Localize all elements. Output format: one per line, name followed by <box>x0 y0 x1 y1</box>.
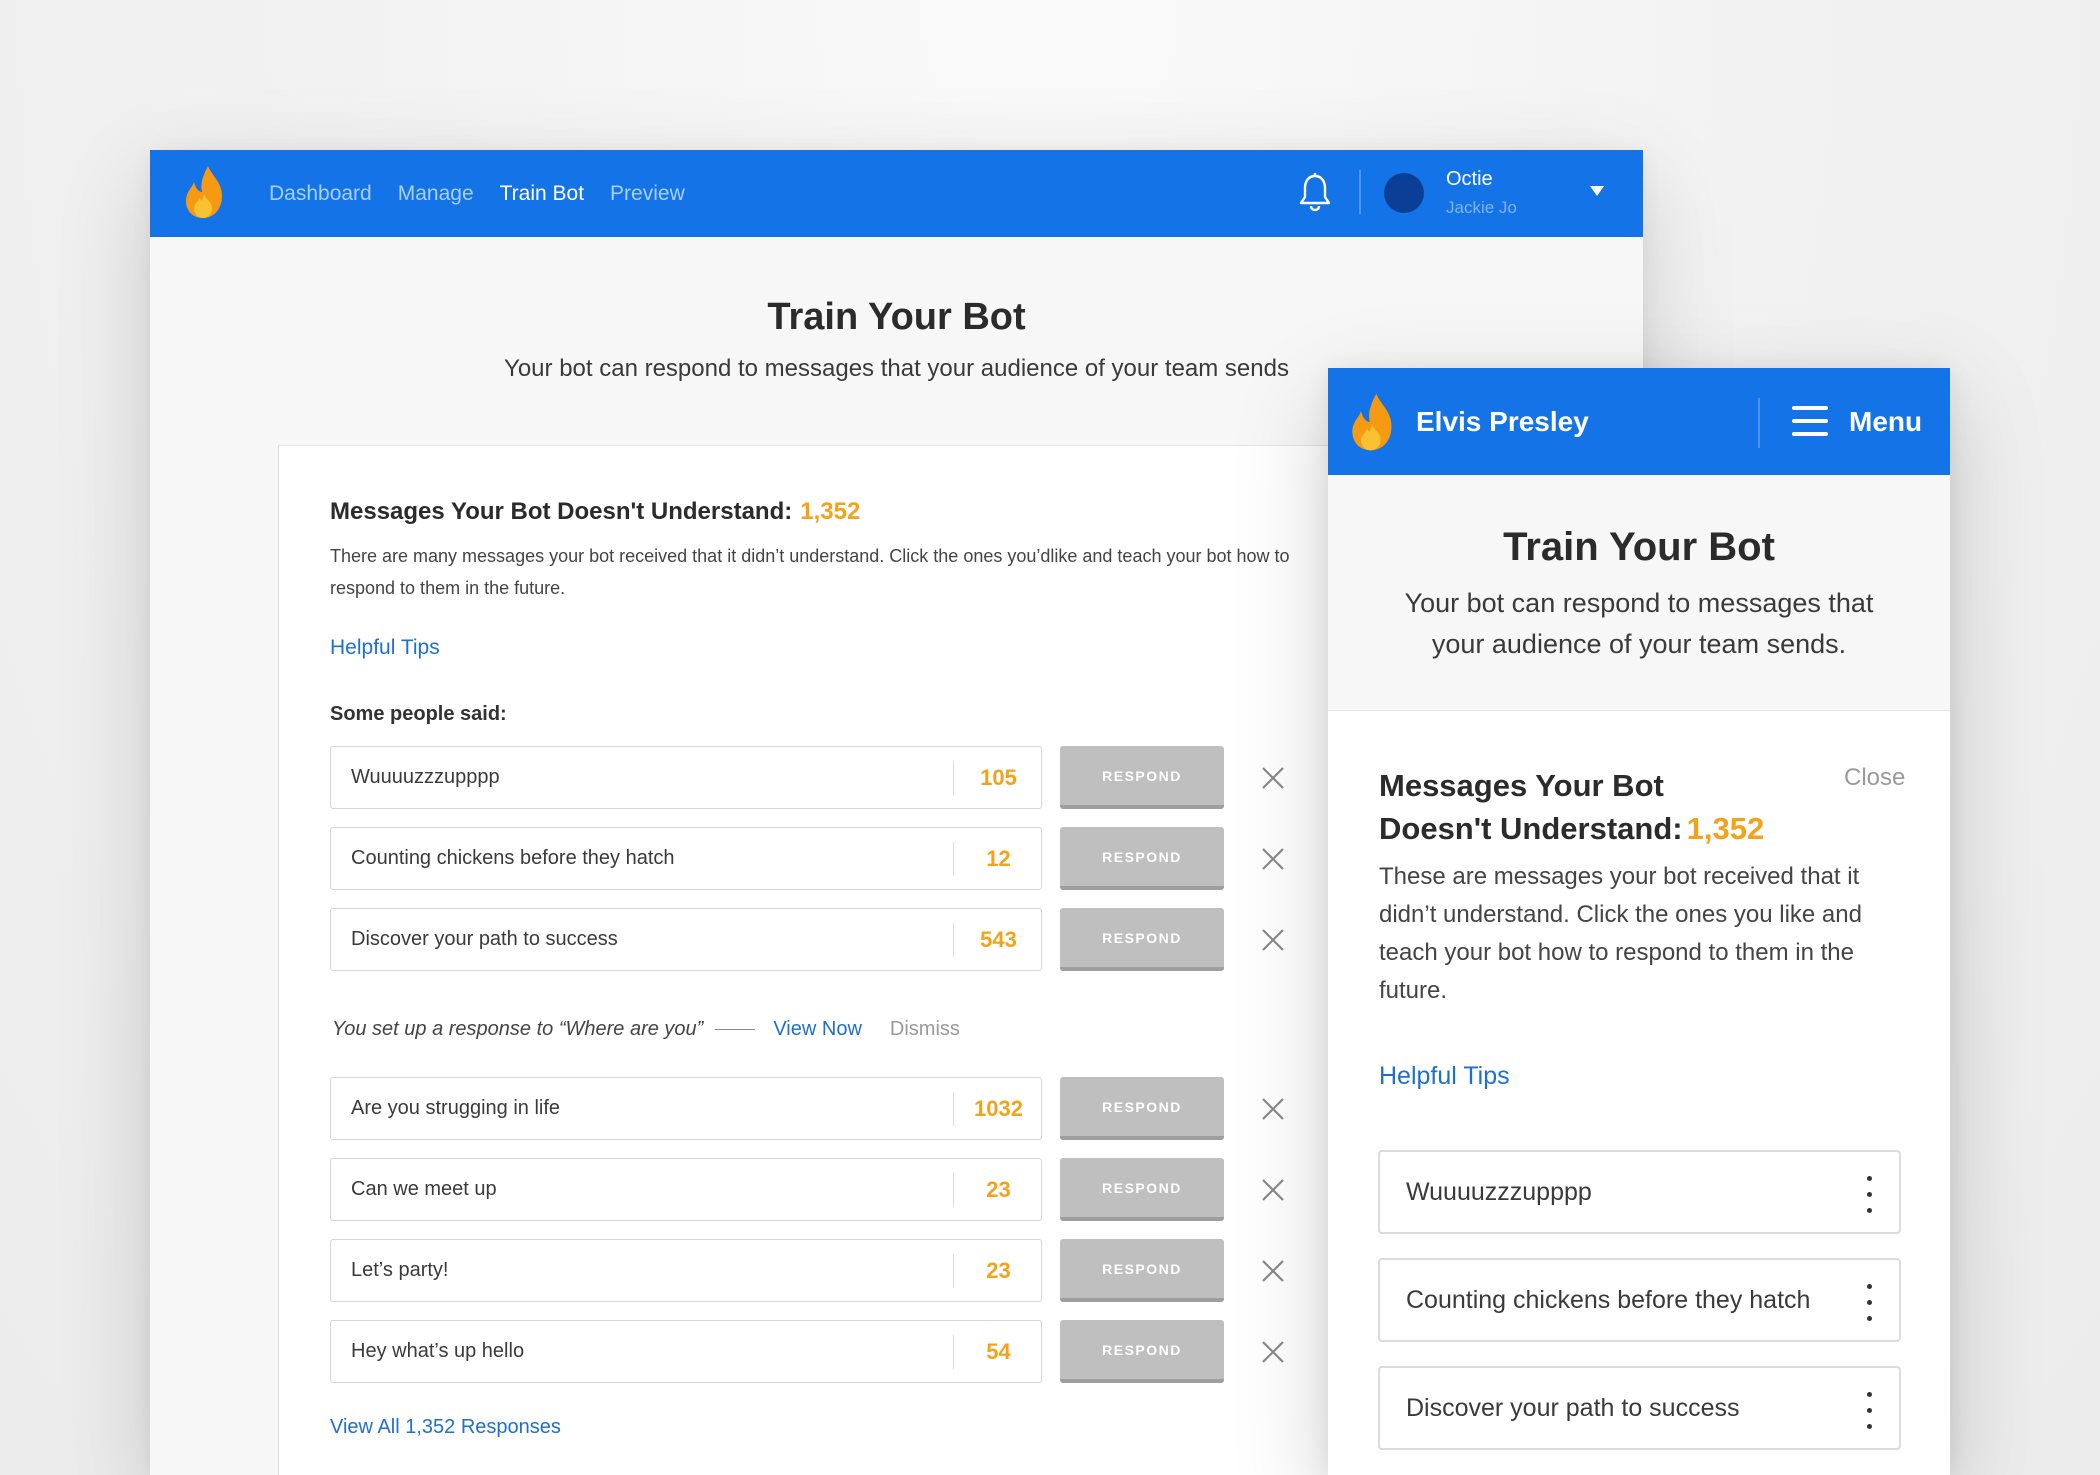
card-description: There are many messages your bot receive… <box>330 546 1290 598</box>
account-user: Jackie Jo <box>1446 198 1517 217</box>
message-text: Wuuuuzzzupppp <box>351 766 500 788</box>
mobile-window: Elvis Presley Menu Train Your Bot Your b… <box>1328 368 1950 1475</box>
list-item[interactable]: Discover your path to success <box>1378 1366 1901 1450</box>
respond-button[interactable]: RESPOND <box>1060 827 1224 890</box>
message-row: Discover your path to success 543 RESPON… <box>330 908 1330 971</box>
message-count: 23 <box>986 1177 1011 1202</box>
message-text: Hey what’s up hello <box>351 1340 525 1362</box>
flame-logo-icon[interactable] <box>1348 390 1398 454</box>
page-title: Train Your Bot <box>1503 525 1775 569</box>
top-navbar: Dashboard Manage Train Bot Preview Octie… <box>150 150 1643 237</box>
main-nav: Dashboard Manage Train Bot Preview <box>269 150 711 237</box>
avatar[interactable] <box>1384 173 1424 213</box>
close-button[interactable]: Close <box>1844 764 1905 792</box>
kebab-icon[interactable] <box>1865 1176 1873 1214</box>
flame-logo-icon[interactable] <box>182 164 228 220</box>
chevron-down-icon[interactable] <box>1590 186 1604 196</box>
close-icon[interactable] <box>1260 1177 1286 1203</box>
message-field[interactable]: Let’s party! 23 <box>330 1239 1042 1302</box>
mobile-account-name[interactable]: Elvis Presley <box>1416 406 1589 438</box>
view-all-responses-link[interactable]: View All 1,352 Responses <box>330 1416 561 1439</box>
dismiss-link[interactable]: Dismiss <box>890 1018 960 1041</box>
nav-divider <box>1359 170 1361 214</box>
close-icon[interactable] <box>1260 1258 1286 1284</box>
nav-train-bot[interactable]: Train Bot <box>500 182 584 206</box>
menu-button[interactable]: Menu <box>1849 406 1922 438</box>
page-title: Train Your Bot <box>767 296 1026 338</box>
message-field[interactable]: Can we meet up 23 <box>330 1158 1042 1221</box>
nav-preview[interactable]: Preview <box>610 182 685 206</box>
nav-manage[interactable]: Manage <box>398 182 474 206</box>
message-text: Discover your path to success <box>351 928 618 950</box>
card-title-text: Messages Your Bot Doesn't Understand: <box>1379 768 1683 846</box>
respond-button[interactable]: RESPOND <box>1060 908 1224 971</box>
message-row: Are you strugging in life 1032 RESPOND <box>330 1077 1330 1140</box>
message-text: Counting chickens before they hatch <box>351 847 675 869</box>
response-notice: You set up a response to “Where are you”… <box>332 1014 960 1044</box>
close-icon[interactable] <box>1260 765 1286 791</box>
message-field[interactable]: Counting chickens before they hatch 12 <box>330 827 1042 890</box>
message-count: 54 <box>986 1339 1011 1364</box>
message-row: Counting chickens before they hatch 12 R… <box>330 827 1330 890</box>
bell-icon[interactable] <box>1298 172 1332 212</box>
message-count: 1032 <box>974 1096 1023 1121</box>
close-icon[interactable] <box>1260 1096 1286 1122</box>
message-count: 12 <box>986 846 1011 871</box>
close-icon[interactable] <box>1260 846 1286 872</box>
message-count: 105 <box>980 765 1017 790</box>
card-title: Messages Your Bot Doesn't Understand: 1,3… <box>1379 764 1779 850</box>
list-item[interactable]: Wuuuuzzzupppp <box>1378 1150 1901 1234</box>
nav-dashboard[interactable]: Dashboard <box>269 182 372 206</box>
unrecognized-count: 1,352 <box>1686 811 1765 846</box>
card-title-text: Messages Your Bot Doesn't Understand: <box>330 498 793 525</box>
helpful-tips-link[interactable]: Helpful Tips <box>330 636 440 660</box>
message-count: 23 <box>986 1258 1011 1283</box>
close-icon[interactable] <box>1260 1339 1286 1365</box>
message-row: Wuuuuzzzupppp 105 RESPOND <box>330 746 1330 809</box>
message-text: Let’s party! <box>351 1259 449 1281</box>
message-field[interactable]: Discover your path to success 543 <box>330 908 1042 971</box>
unrecognized-count: 1,352 <box>800 498 861 525</box>
notice-text: You set up a response to “Where are you” <box>332 1017 704 1040</box>
notice-divider <box>715 1028 756 1030</box>
respond-button[interactable]: RESPOND <box>1060 1158 1224 1221</box>
respond-button[interactable]: RESPOND <box>1060 746 1224 809</box>
list-item[interactable]: Counting chickens before they hatch <box>1378 1258 1901 1342</box>
message-field[interactable]: Wuuuuzzzupppp 105 <box>330 746 1042 809</box>
respond-button[interactable]: RESPOND <box>1060 1077 1224 1140</box>
page-subtitle: Your bot can respond to messages that yo… <box>1404 588 1874 659</box>
message-count: 543 <box>980 927 1017 952</box>
kebab-icon[interactable] <box>1865 1392 1873 1430</box>
nav-divider <box>1758 398 1760 448</box>
respond-button[interactable]: RESPOND <box>1060 1320 1224 1383</box>
message-field[interactable]: Are you strugging in life 1032 <box>330 1077 1042 1140</box>
helpful-tips-link[interactable]: Helpful Tips <box>1379 1062 1510 1091</box>
respond-button[interactable]: RESPOND <box>1060 1239 1224 1302</box>
kebab-icon[interactable] <box>1865 1284 1873 1322</box>
message-row: Can we meet up 23 RESPOND <box>330 1158 1330 1221</box>
some-people-said-label: Some people said: <box>330 703 507 725</box>
message-text: Discover your path to success <box>1406 1394 1740 1422</box>
message-text: Are you strugging in life <box>351 1097 561 1119</box>
mobile-navbar: Elvis Presley Menu <box>1328 368 1950 475</box>
view-now-link[interactable]: View Now <box>773 1018 862 1041</box>
close-icon[interactable] <box>1260 927 1286 953</box>
message-field[interactable]: Hey what’s up hello 54 <box>330 1320 1042 1383</box>
message-text: Counting chickens before they hatch <box>1406 1286 1811 1314</box>
mobile-header: Train Your Bot Your bot can respond to m… <box>1328 475 1950 711</box>
hamburger-icon[interactable] <box>1792 406 1828 436</box>
message-row: Hey what’s up hello 54 RESPOND <box>330 1320 1330 1383</box>
card-description: These are messages your bot received tha… <box>1379 863 1862 1004</box>
message-row: Let’s party! 23 RESPOND <box>330 1239 1330 1302</box>
message-text: Wuuuuzzzupppp <box>1406 1178 1592 1206</box>
account-name[interactable]: Octie <box>1446 168 1493 191</box>
message-text: Can we meet up <box>351 1178 497 1200</box>
card-title: Messages Your Bot Doesn't Understand: 1,3… <box>330 498 860 526</box>
